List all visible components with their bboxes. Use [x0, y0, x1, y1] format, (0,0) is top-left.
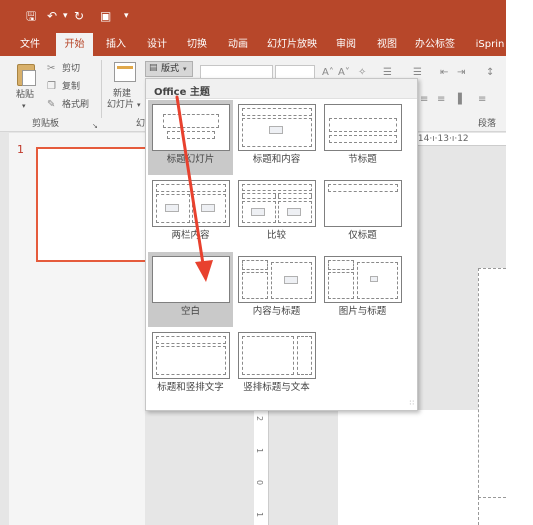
decrease-indent-icon[interactable]: ⇤ — [440, 67, 448, 79]
layout-title-only[interactable]: 仅标题 — [320, 176, 405, 251]
layout-preview — [324, 104, 402, 151]
tab-transitions[interactable]: 切换 — [183, 33, 211, 56]
slide-number: 1 — [17, 143, 24, 156]
new-slide-sub-label[interactable]: 幻灯片 — [107, 100, 134, 111]
columns-icon[interactable]: ▐ — [454, 94, 462, 106]
paste-dropdown-icon[interactable]: ▾ — [22, 101, 26, 112]
layout-dropdown-icon: ▾ — [183, 65, 187, 73]
ruler-tick: 1 — [255, 511, 265, 518]
redo-icon[interactable]: ↻ — [74, 9, 84, 23]
gallery-resize-grip[interactable]: ∷ — [410, 399, 414, 407]
slide-placeholder-edge — [478, 268, 506, 498]
tab-home[interactable]: 开始 — [56, 33, 93, 56]
increase-indent-icon[interactable]: ⇥ — [457, 67, 465, 79]
undo-dropdown-icon[interactable]: ▾ — [63, 9, 68, 23]
tab-insert[interactable]: 插入 — [102, 33, 130, 56]
layout-vertical-title-text[interactable]: 竖排标题与文本 — [234, 328, 319, 403]
ruler-tick: 1 — [255, 447, 265, 454]
gallery-header-label: Office 主题 — [154, 87, 210, 98]
tab-design[interactable]: 设计 — [143, 33, 171, 56]
group-divider — [101, 60, 102, 118]
copy-button[interactable]: 复制 — [62, 82, 80, 93]
layout-preview — [152, 104, 230, 151]
present-from-start-icon[interactable]: ▣ — [100, 9, 111, 23]
undo-icon[interactable]: ↶ — [47, 9, 57, 23]
layout-preview — [238, 180, 316, 227]
layout-label: 两栏内容 — [171, 230, 210, 241]
save-icon[interactable]: 🖫 — [26, 9, 36, 23]
ruler-tick: 2 — [255, 415, 265, 422]
layout-blank[interactable]: 空白 — [148, 252, 233, 327]
cut-button[interactable]: 剪切 — [62, 64, 80, 75]
clipboard-launcher-icon[interactable]: ↘ — [92, 121, 98, 132]
layout-icon: ▤ — [149, 63, 158, 73]
layout-preview — [238, 104, 316, 151]
tab-office-tab[interactable]: 办公标签 — [413, 33, 457, 56]
cut-icon[interactable]: ✂ — [47, 63, 55, 75]
customize-qat-icon[interactable]: ▾ — [124, 9, 129, 23]
align-right-icon[interactable]: ≡ — [420, 94, 428, 106]
slide-placeholder-edge — [478, 497, 506, 525]
gallery-header: Office 主题 — [146, 79, 417, 99]
text-direction-icon[interactable]: ≡ — [478, 94, 486, 106]
layout-preview — [152, 180, 230, 227]
line-spacing-icon[interactable]: ↕ — [486, 67, 494, 79]
layout-comparison[interactable]: 比较 — [234, 176, 319, 251]
layout-preview — [324, 180, 402, 227]
layout-label: 空白 — [180, 306, 200, 317]
layout-section-header[interactable]: 节标题 — [320, 100, 405, 175]
tab-file[interactable]: 文件 — [16, 33, 44, 56]
layout-content-caption[interactable]: 内容与标题 — [234, 252, 319, 327]
layout-label: 内容与标题 — [252, 306, 301, 317]
justify-icon[interactable]: ≡ — [437, 94, 445, 106]
format-painter-icon[interactable]: ✎ — [47, 99, 55, 111]
group-paragraph-label: 段落 — [478, 119, 497, 129]
layout-label: 标题和内容 — [252, 154, 301, 165]
layout-label: 版式 — [161, 64, 180, 74]
layout-label: 节标题 — [348, 154, 377, 165]
new-slide-icon[interactable] — [114, 62, 136, 82]
tab-ispring[interactable]: iSprin — [470, 33, 506, 56]
ruler-tick: 0 — [255, 479, 265, 486]
layout-label: 标题和竖排文字 — [157, 382, 224, 393]
outer-margin — [506, 0, 533, 525]
layout-gallery: Office 主题 标题幻灯片 标题和内容 节标题 两栏内容 比较 仅标题 空白… — [145, 78, 418, 411]
new-slide-label[interactable]: 新建 — [113, 89, 131, 100]
format-painter-button[interactable]: 格式刷 — [62, 100, 89, 111]
layout-button[interactable]: ▤ 版式 ▾ — [145, 61, 193, 77]
tab-animations[interactable]: 动画 — [224, 33, 252, 56]
tab-review[interactable]: 审阅 — [332, 33, 360, 56]
layout-preview — [152, 256, 230, 303]
layout-title-content[interactable]: 标题和内容 — [234, 100, 319, 175]
layout-label: 标题幻灯片 — [166, 154, 215, 165]
layout-label: 比较 — [266, 230, 286, 241]
vertical-ruler: 2 1 0 1 — [254, 410, 269, 525]
layout-title-slide[interactable]: 标题幻灯片 — [148, 100, 233, 175]
paste-label[interactable]: 粘贴 — [16, 90, 34, 101]
slide-thumbnail[interactable] — [36, 147, 147, 262]
ruler-ticks: ·14·ı·13·ı·12 — [415, 134, 469, 144]
group-slides-label: 幻 — [136, 119, 146, 129]
layout-title-vertical-text[interactable]: 标题和竖排文字 — [148, 328, 233, 403]
layout-two-content[interactable]: 两栏内容 — [148, 176, 233, 251]
copy-icon[interactable]: ❐ — [47, 81, 56, 93]
powerpoint-window: 🖫 ↶ ▾ ↻ ▣ ▾ 文件 开始 插入 设计 切换 动画 幻灯片放映 审阅 视… — [0, 0, 506, 525]
ribbon-tabs: 文件 开始 插入 设计 切换 动画 幻灯片放映 审阅 视图 办公标签 iSpri… — [0, 33, 506, 56]
layout-preview — [324, 256, 402, 303]
tab-slideshow[interactable]: 幻灯片放映 — [264, 33, 320, 56]
title-bar: 🖫 ↶ ▾ ↻ ▣ ▾ — [0, 0, 506, 33]
new-slide-dropdown-icon[interactable]: ▾ — [137, 100, 141, 111]
layout-preview — [238, 256, 316, 303]
layout-preview — [238, 332, 316, 379]
layout-preview — [152, 332, 230, 379]
paste-icon[interactable] — [17, 64, 36, 86]
horizontal-ruler: ·14·ı·13·ı·12 — [415, 133, 506, 146]
layout-label: 仅标题 — [348, 230, 377, 241]
group-clipboard-label: 剪贴板 — [32, 119, 60, 129]
layout-picture-caption[interactable]: 图片与标题 — [320, 252, 405, 327]
layout-label: 图片与标题 — [338, 306, 387, 317]
layout-label: 竖排标题与文本 — [243, 382, 310, 393]
tab-view[interactable]: 视图 — [373, 33, 401, 56]
